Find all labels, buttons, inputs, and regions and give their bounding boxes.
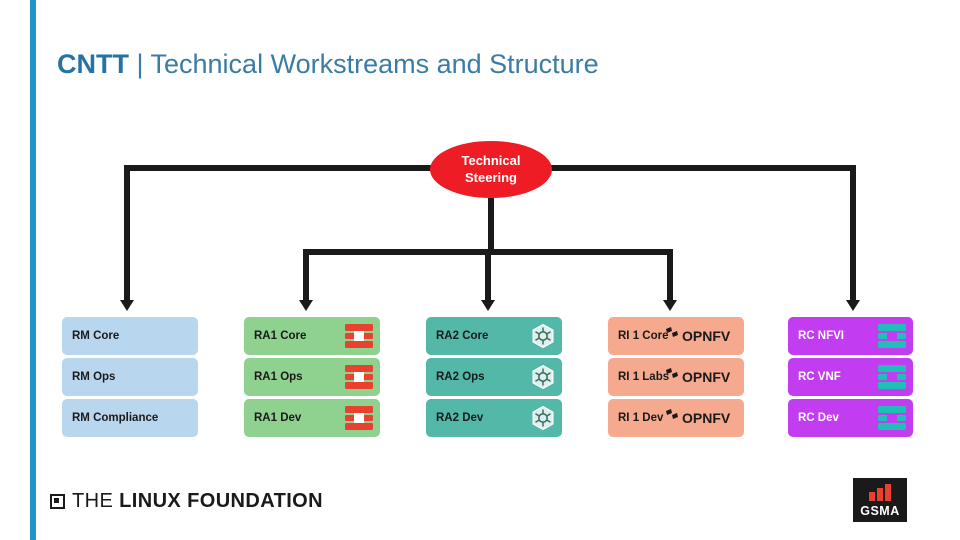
opnfv-icon: OPNFV (664, 367, 742, 387)
node-label: RA1 Core (254, 330, 307, 342)
node-label: RM Core (72, 330, 120, 342)
accent-bar-white-left (0, 0, 6, 540)
node-rm-core[interactable]: RM Core (62, 317, 198, 355)
node-label: RC Dev (798, 412, 839, 424)
opnfv-icon: OPNFV (664, 408, 742, 428)
openstack-icon (344, 364, 374, 390)
arrow-rm (120, 300, 134, 311)
steering-line-1: Technical (461, 153, 521, 169)
node-ri1-dev[interactable]: RI 1 Dev OPNFV (608, 399, 744, 437)
node-label: RC VNF (798, 371, 841, 383)
node-label: RC NFVI (798, 330, 844, 342)
linux-foundation-name: LINUX FOUNDATION (119, 490, 323, 512)
openstack-icon (877, 323, 907, 349)
node-rc-dev[interactable]: RC Dev (788, 399, 913, 437)
gsma-wordmark: GSMA (860, 504, 900, 518)
arrow-rc (846, 300, 860, 311)
node-ra1-core[interactable]: RA1 Core (244, 317, 380, 355)
node-label: RA1 Ops (254, 371, 303, 383)
node-label: RM Ops (72, 371, 116, 383)
openstack-icon (877, 405, 907, 431)
opnfv-icon: OPNFV (664, 326, 742, 346)
node-label: RA2 Ops (436, 371, 485, 383)
node-label: RA2 Dev (436, 412, 484, 424)
node-label: RI 1 Labs (618, 371, 670, 383)
node-ra1-dev[interactable]: RA1 Dev (244, 399, 380, 437)
connector-drop-ra1 (303, 249, 309, 302)
connector-stem-center (488, 198, 494, 252)
connector-bus-left (124, 165, 436, 171)
linux-foundation-the: THE (72, 490, 120, 512)
node-rm-compliance[interactable]: RM Compliance (62, 399, 198, 437)
accent-bar-white-right (38, 0, 44, 540)
node-label: RI 1 Core (618, 330, 669, 342)
page-title-rest: | Technical Workstreams and Structure (128, 49, 599, 79)
node-rc-nfvi[interactable]: RC NFVI (788, 317, 913, 355)
kubernetes-icon (530, 364, 556, 390)
svg-text:OPNFV: OPNFV (682, 410, 731, 426)
connector-drop-rc (850, 165, 856, 302)
node-ra2-core[interactable]: RA2 Core (426, 317, 562, 355)
connector-bus-right (546, 165, 856, 171)
connector-drop-ra2 (485, 249, 491, 302)
node-label: RA2 Core (436, 330, 489, 342)
node-label: RA1 Dev (254, 412, 302, 424)
linux-foundation-mark-icon (50, 494, 65, 509)
linux-foundation-wordmark: THE LINUX FOUNDATION (72, 490, 323, 513)
node-ra2-ops[interactable]: RA2 Ops (426, 358, 562, 396)
opnfv-wordmark: OPNFV (682, 328, 731, 344)
gsma-bars-icon (869, 484, 891, 501)
technical-steering-node[interactable]: Technical Steering (430, 141, 552, 198)
kubernetes-icon (530, 323, 556, 349)
node-ra2-dev[interactable]: RA2 Dev (426, 399, 562, 437)
node-label: RM Compliance (72, 412, 159, 424)
node-label: RI 1 Dev (618, 412, 664, 424)
arrow-ra1 (299, 300, 313, 311)
openstack-icon (344, 323, 374, 349)
node-ri1-core[interactable]: RI 1 Core OPNFV (608, 317, 744, 355)
accent-bar-blue (30, 0, 36, 540)
openstack-icon (344, 405, 374, 431)
arrow-ra2 (481, 300, 495, 311)
gsma-logo: GSMA (853, 478, 907, 522)
linux-foundation-logo: THE LINUX FOUNDATION (50, 490, 323, 513)
connector-drop-ri1 (667, 249, 673, 302)
steering-line-2: Steering (464, 169, 517, 185)
connector-drop-rm (124, 165, 130, 302)
arrow-ri1 (663, 300, 677, 311)
node-ri1-labs[interactable]: RI 1 Labs OPNFV (608, 358, 744, 396)
node-rc-vnf[interactable]: RC VNF (788, 358, 913, 396)
node-rm-ops[interactable]: RM Ops (62, 358, 198, 396)
svg-text:OPNFV: OPNFV (682, 369, 731, 385)
node-ra1-ops[interactable]: RA1 Ops (244, 358, 380, 396)
openstack-icon (877, 364, 907, 390)
kubernetes-icon (530, 405, 556, 431)
page-title-bold: CNTT (57, 49, 129, 79)
page-title: CNTT | Technical Workstreams and Structu… (57, 49, 599, 80)
